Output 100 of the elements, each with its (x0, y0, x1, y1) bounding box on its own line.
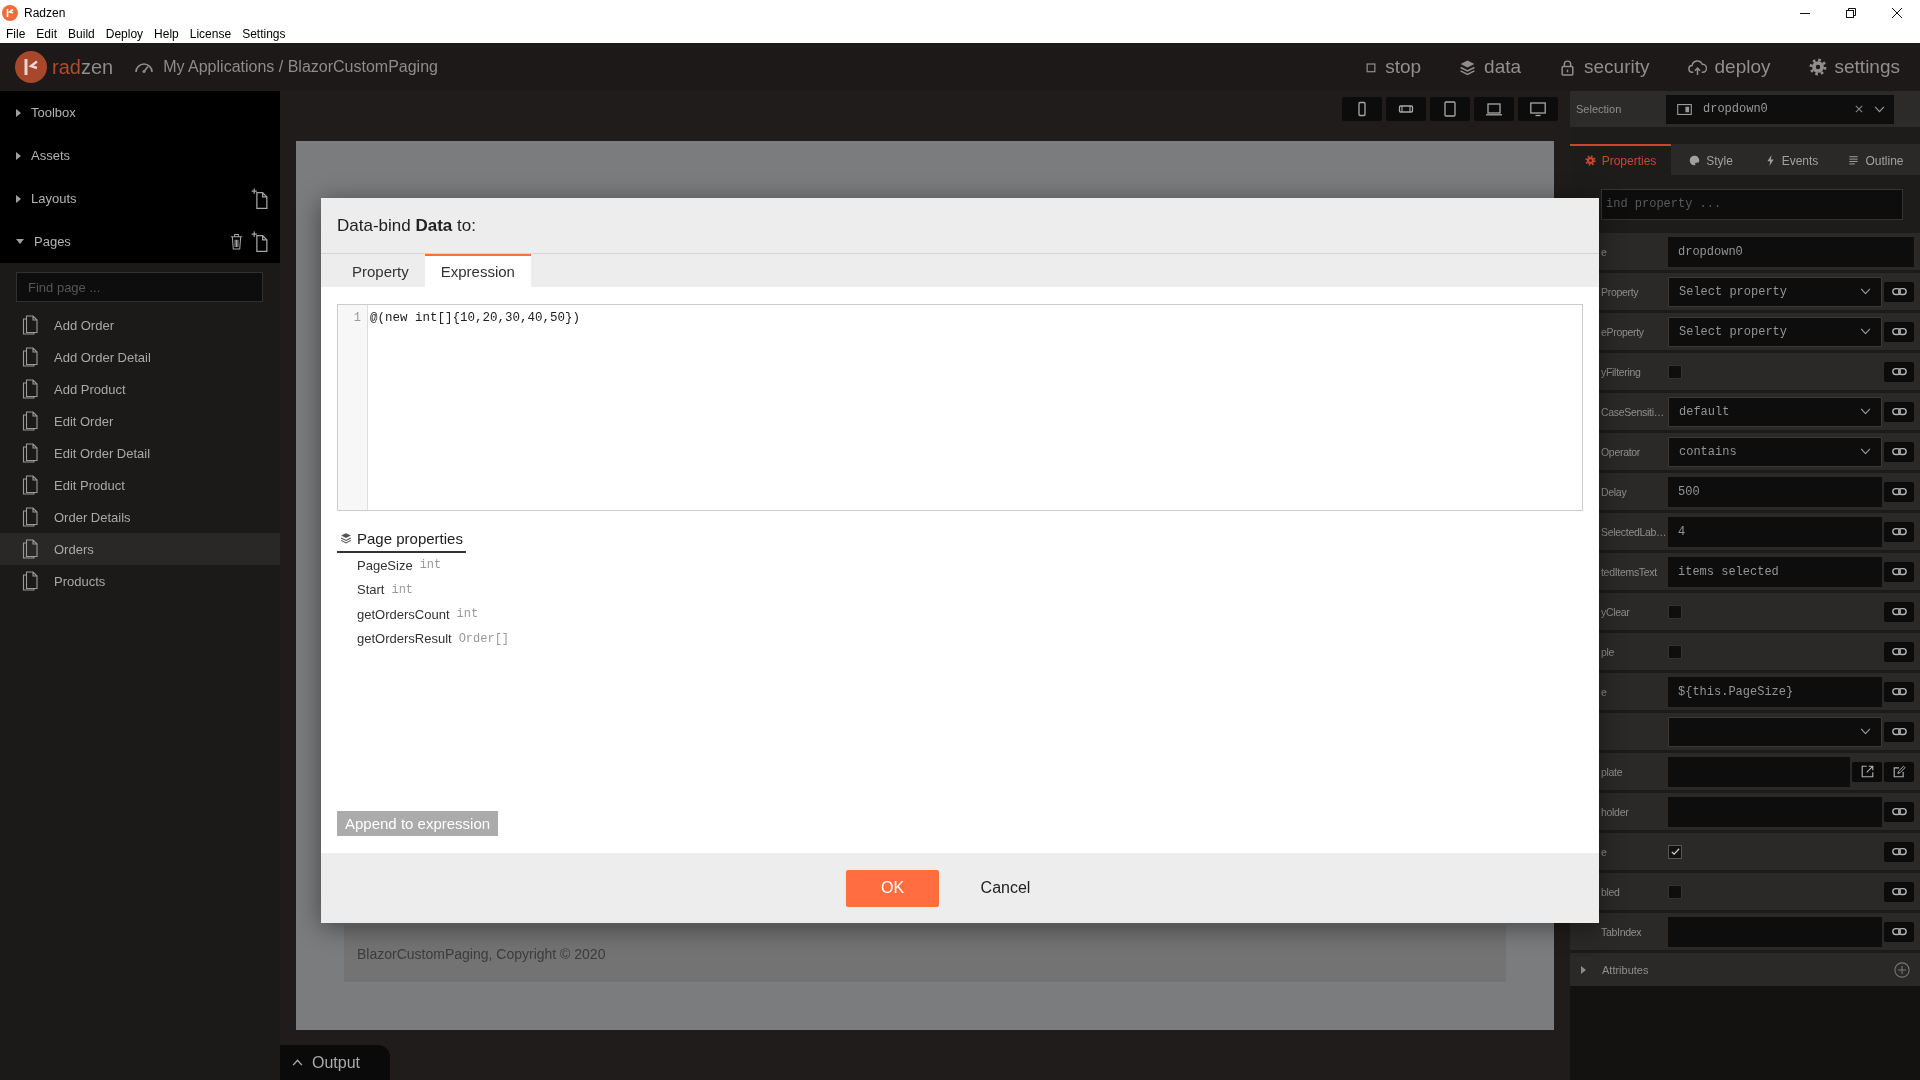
property-name[interactable]: getOrdersResult (357, 631, 452, 647)
section-header[interactable]: Toolbox (0, 91, 280, 134)
desktop-view-button[interactable] (1518, 97, 1558, 121)
dialog-tab[interactable]: Expression (424, 254, 531, 287)
bind-button[interactable] (1884, 921, 1914, 942)
page-item[interactable]: Add Order Detail (0, 341, 280, 373)
bind-button[interactable] (1884, 361, 1914, 382)
panel-tab[interactable]: Events (1751, 144, 1832, 175)
bind-button[interactable] (1884, 681, 1914, 702)
menu-item[interactable]: File (1, 27, 31, 41)
section-header[interactable]: Assets (0, 134, 280, 177)
select-field[interactable]: Select property (1668, 316, 1882, 347)
menu-item[interactable]: Settings (237, 27, 291, 41)
close-icon[interactable] (1892, 7, 1902, 18)
select-box-icon (1677, 103, 1692, 115)
page-item[interactable]: Order Details (0, 501, 280, 533)
checkbox[interactable] (1668, 604, 1682, 619)
stop-button[interactable]: stop (1365, 56, 1422, 78)
select-field[interactable]: default (1668, 396, 1882, 427)
property-name[interactable]: Start (357, 582, 385, 598)
data-button[interactable]: data (1459, 56, 1522, 78)
menu-item[interactable]: Edit (31, 27, 63, 41)
text-field[interactable] (1668, 796, 1882, 827)
text-field[interactable]: 500 (1668, 476, 1882, 507)
page-item[interactable]: Edit Order Detail (0, 437, 280, 469)
bind-button[interactable] (1884, 721, 1914, 742)
text-field[interactable]: dropdown0 (1668, 236, 1914, 267)
panel-tab[interactable]: Outline (1832, 144, 1920, 175)
security-button[interactable]: security (1559, 56, 1650, 78)
code-editor[interactable]: 1 @(new int[]{10,20,30,40,50}) (337, 304, 1583, 511)
add-page-icon[interactable] (251, 231, 268, 252)
select-field[interactable]: Select property (1668, 276, 1882, 307)
menu-item[interactable]: License (184, 27, 237, 41)
bind-button[interactable] (1884, 881, 1914, 902)
open-external-button[interactable] (1852, 761, 1882, 782)
settings-button[interactable]: settings (1808, 56, 1900, 78)
property-search-field[interactable]: ind property ... (1601, 188, 1903, 220)
bind-button[interactable] (1884, 321, 1914, 342)
menu-item[interactable]: Help (149, 27, 184, 41)
bind-button[interactable] (1884, 401, 1914, 422)
text-field[interactable]: 4 (1668, 516, 1882, 547)
bind-button[interactable] (1884, 841, 1914, 862)
page-footer: BlazorCustomPaging, Copyright © 2020 (344, 925, 1506, 982)
bind-button[interactable] (1884, 521, 1914, 542)
bind-button[interactable] (1884, 481, 1914, 502)
checkbox[interactable] (1668, 844, 1682, 859)
edit-button[interactable] (1884, 761, 1914, 782)
page-item[interactable]: Orders (0, 533, 280, 565)
search-field[interactable]: Find page ... (16, 272, 263, 302)
breadcrumb[interactable]: My Applications / BlazorCustomPaging (163, 58, 438, 76)
bind-button[interactable] (1884, 641, 1914, 662)
tablet-view-button[interactable] (1430, 97, 1470, 121)
settings-icon (1808, 58, 1827, 76)
dialog-tab[interactable]: Property (336, 254, 425, 287)
attributes-header[interactable]: Attributes (1570, 953, 1920, 986)
landscape-view-button[interactable] (1386, 97, 1426, 121)
clear-icon[interactable] (1855, 105, 1863, 113)
text-field[interactable]: items selected (1668, 556, 1882, 587)
checkbox[interactable] (1668, 364, 1682, 379)
bind-button[interactable] (1884, 561, 1914, 582)
bind-button[interactable] (1884, 281, 1914, 302)
add-page-icon[interactable] (251, 188, 268, 209)
add-circle-icon[interactable] (1894, 961, 1910, 978)
bind-button[interactable] (1884, 441, 1914, 462)
menu-item[interactable]: Deploy (100, 27, 149, 41)
section-header[interactable]: Layouts (0, 177, 280, 220)
text-field[interactable] (1668, 756, 1850, 787)
deploy-button[interactable]: deploy (1687, 56, 1771, 78)
output-tab[interactable]: Output (280, 1045, 390, 1080)
page-item[interactable]: Edit Order (0, 405, 280, 437)
laptop-view-button[interactable] (1474, 97, 1514, 121)
text-field[interactable] (1668, 916, 1882, 947)
page-icon (22, 571, 38, 591)
panel-tab[interactable]: Properties (1570, 144, 1671, 175)
select-field[interactable]: contains (1668, 436, 1882, 467)
chevron-down-icon (1860, 728, 1871, 735)
page-item[interactable]: Edit Product (0, 469, 280, 501)
restore-icon[interactable] (1846, 7, 1856, 18)
page-item[interactable]: Add Product (0, 373, 280, 405)
menu-item[interactable]: Build (63, 27, 100, 41)
property-name[interactable]: PageSize (357, 557, 413, 573)
bind-button[interactable] (1884, 801, 1914, 822)
checkbox[interactable] (1668, 884, 1682, 899)
link-icon (1891, 807, 1907, 816)
selection-dropdown[interactable]: dropdown0 (1666, 94, 1894, 124)
phone-view-button[interactable] (1342, 97, 1382, 121)
select-field[interactable] (1668, 716, 1882, 747)
bind-button[interactable] (1884, 601, 1914, 622)
property-type: int (391, 582, 414, 597)
page-item[interactable]: Add Order (0, 309, 280, 341)
cancel-button[interactable]: Cancel (959, 869, 1052, 907)
chevron-down-icon (1860, 328, 1871, 335)
text-field[interactable]: ${this.PageSize} (1668, 676, 1882, 707)
monitor-icon (1530, 101, 1546, 117)
panel-tab[interactable]: Style (1671, 144, 1751, 175)
section-header[interactable]: Pages (0, 220, 280, 263)
page-item[interactable]: Products (0, 565, 280, 597)
property-name[interactable]: getOrdersCount (357, 606, 450, 622)
trash-icon[interactable] (230, 233, 243, 250)
checkbox[interactable] (1668, 644, 1682, 659)
